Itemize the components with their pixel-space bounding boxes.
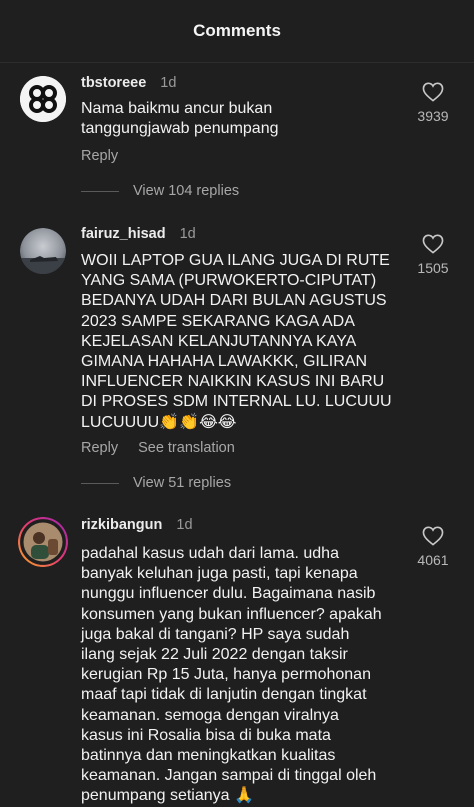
view-replies-button[interactable]: View 104 replies (81, 183, 239, 199)
replies-divider (81, 190, 119, 192)
comments-header: Comments (0, 0, 474, 63)
comment-time: 1d (179, 226, 196, 242)
avatar[interactable] (20, 76, 66, 122)
like-count: 4061 (417, 552, 449, 568)
comment-time: 1d (160, 75, 177, 91)
heart-icon[interactable] (422, 526, 444, 546)
view-replies-label: View 51 replies (133, 475, 232, 491)
reply-button[interactable]: Reply (81, 148, 118, 164)
heart-icon[interactable] (422, 82, 444, 102)
see-translation-button[interactable]: See translation (138, 440, 235, 456)
comment-username[interactable]: tbstoreee (81, 75, 146, 91)
reply-button[interactable]: Reply (81, 440, 118, 456)
page-title: Comments (193, 21, 281, 40)
view-replies-label: View 104 replies (133, 183, 240, 199)
brand-logo-icon (20, 76, 66, 122)
comment-time: 1d (176, 517, 193, 533)
like-count: 3939 (417, 108, 449, 124)
heart-icon[interactable] (422, 234, 444, 254)
like-group: 3939 (408, 82, 458, 124)
avatar[interactable] (18, 517, 68, 567)
like-group: 4061 (408, 526, 458, 568)
like-count: 1505 (417, 260, 449, 276)
view-replies-button[interactable]: View 51 replies (81, 475, 231, 491)
replies-divider (81, 482, 119, 484)
like-group: 1505 (408, 234, 458, 276)
comment-text: WOII LAPTOP GUA ILANG JUGA DI RUTE YANG … (81, 252, 392, 431)
comment-text: Nama baikmu ancur bukan tanggungjawab pe… (81, 100, 279, 138)
avatar-story-ring (18, 517, 68, 567)
avatar[interactable] (20, 228, 66, 274)
comment-username[interactable]: fairuz_hisad (81, 226, 166, 242)
avatar-photo (20, 228, 66, 274)
comment-text: padahal kasus udah dari lama. udha banya… (81, 545, 382, 805)
comment-username[interactable]: rizkibangun (81, 517, 162, 533)
